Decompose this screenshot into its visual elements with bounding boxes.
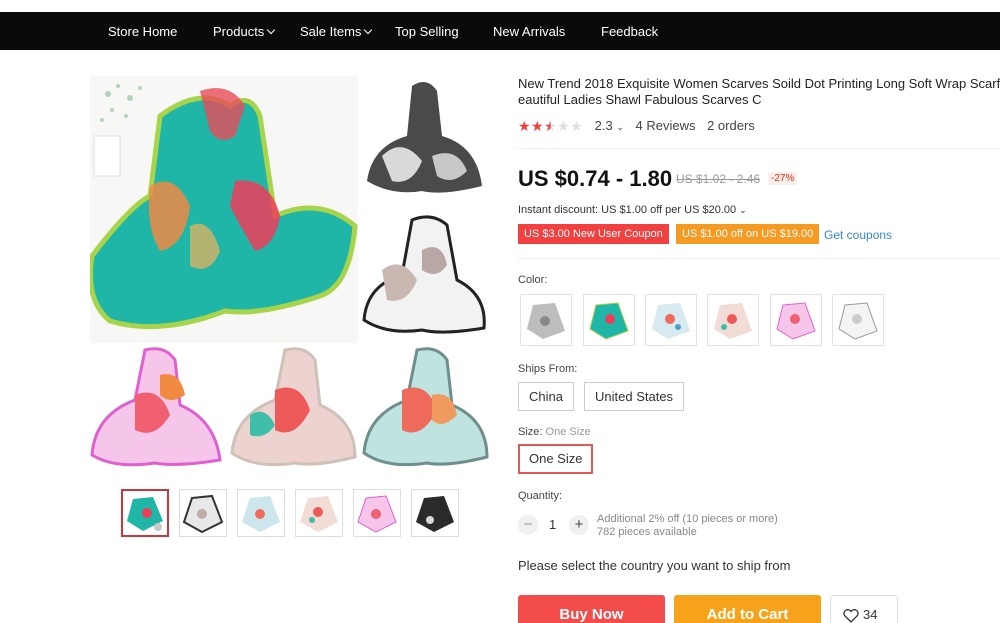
scarf-image bbox=[296, 490, 342, 536]
ship-country-note: Please select the country you want to sh… bbox=[518, 558, 791, 573]
product-title-line-1: New Trend 2018 Exquisite Women Scarves S… bbox=[518, 76, 1000, 91]
scarf-image bbox=[354, 490, 400, 536]
reviews-link[interactable]: 4 Reviews bbox=[636, 118, 696, 133]
gallery-tile-white-scarf[interactable] bbox=[362, 210, 490, 338]
quantity-bulk-discount: Additional 2% off (10 pieces or more) bbox=[597, 513, 778, 525]
star-icon: ★ bbox=[557, 117, 570, 134]
size-label-text: Size: bbox=[518, 426, 543, 438]
scarf-image bbox=[362, 345, 490, 469]
original-price: US $1.02 - 2.46 bbox=[676, 172, 761, 186]
color-option-white[interactable] bbox=[832, 294, 884, 346]
color-option-blue-white[interactable] bbox=[645, 294, 697, 346]
price: US $0.74 - 1.80 bbox=[518, 166, 673, 191]
nav-feedback[interactable]: Feedback bbox=[601, 12, 658, 50]
color-option-teal[interactable] bbox=[583, 294, 635, 346]
scarf-image bbox=[180, 490, 226, 536]
color-option-coral[interactable] bbox=[707, 294, 759, 346]
rating-row: ★★★★★ 2.3 ⌄ 4 Reviews 2 orders bbox=[518, 118, 755, 134]
quantity-decrease-button[interactable]: − bbox=[518, 515, 538, 535]
scarf-image bbox=[838, 302, 878, 340]
add-to-cart-button[interactable]: Add to Cart bbox=[674, 595, 821, 623]
scarf-image bbox=[412, 490, 458, 536]
thumbnail-black[interactable] bbox=[411, 489, 459, 537]
chevron-down-icon: ⌄ bbox=[616, 122, 624, 132]
scarf-image bbox=[238, 490, 284, 536]
quantity-label: Quantity: bbox=[518, 490, 563, 502]
scarf-image bbox=[527, 303, 565, 339]
wishlist-button[interactable]: 34 bbox=[830, 595, 898, 623]
star-rating: ★★★★★ bbox=[518, 119, 583, 135]
color-option-gray[interactable] bbox=[520, 294, 572, 346]
nav-new-arrivals-label: New Arrivals bbox=[493, 24, 566, 39]
nav-spacer bbox=[0, 12, 92, 50]
instant-discount-text: Instant discount: US $1.00 off per US $2… bbox=[518, 204, 737, 216]
gallery-tile-black-scarf[interactable] bbox=[362, 76, 490, 200]
store-coupon[interactable]: US $1.00 off on US $19.00 bbox=[676, 224, 820, 244]
nav-products-label: Products bbox=[213, 24, 265, 39]
get-coupons-link[interactable]: Get coupons bbox=[824, 228, 892, 242]
nav-store-home[interactable]: Store Home bbox=[108, 12, 177, 50]
thumbnail-gray[interactable] bbox=[179, 489, 227, 537]
chevron-down-icon bbox=[267, 25, 276, 35]
star-icon: ★ bbox=[570, 117, 583, 134]
nav-products[interactable]: Products bbox=[213, 12, 276, 50]
scarf-image bbox=[714, 303, 752, 339]
divider bbox=[518, 148, 1000, 149]
main-product-image[interactable] bbox=[90, 76, 358, 343]
scarf-image bbox=[589, 302, 629, 340]
ship-from-china[interactable]: China bbox=[518, 382, 574, 411]
ships-from-label: Ships From: bbox=[518, 363, 578, 375]
scarf-image bbox=[776, 302, 816, 340]
nav-top-selling[interactable]: Top Selling bbox=[395, 12, 459, 50]
star-icon: ★ bbox=[531, 117, 544, 134]
scarf-image bbox=[362, 210, 490, 338]
size-selected-text: One Size bbox=[545, 426, 591, 438]
quantity-increase-button[interactable]: + bbox=[569, 515, 589, 535]
color-option-pink[interactable] bbox=[770, 294, 822, 346]
divider bbox=[518, 258, 1000, 259]
product-title: New Trend 2018 Exquisite Women Scarves S… bbox=[518, 76, 1000, 108]
star-half-icon: ★ bbox=[544, 117, 557, 134]
rating-score-value: 2.3 bbox=[594, 118, 613, 133]
scarf-image bbox=[90, 345, 224, 469]
size-option-one-size[interactable]: One Size bbox=[518, 444, 594, 474]
quantity-value[interactable]: 1 bbox=[549, 517, 556, 532]
scarf-image bbox=[90, 76, 358, 343]
buy-now-button[interactable]: Buy Now bbox=[518, 595, 665, 623]
thumbnail-pink[interactable] bbox=[353, 489, 401, 537]
orders-count: 2 orders bbox=[707, 118, 755, 133]
scarf-image bbox=[652, 303, 690, 339]
wishlist-count: 34 bbox=[863, 607, 878, 622]
rating-score[interactable]: 2.3 ⌄ bbox=[595, 118, 624, 133]
color-label: Color: bbox=[518, 274, 548, 286]
product-title-line-2: eautiful Ladies Shawl Fabulous Scarves C bbox=[518, 92, 762, 107]
nav-store-home-label: Store Home bbox=[108, 24, 178, 39]
quantity-info: Additional 2% off (10 pieces or more) 78… bbox=[597, 513, 778, 539]
gallery-tile-pink-scarf[interactable] bbox=[90, 345, 224, 469]
discount-badge: -27% bbox=[768, 172, 798, 185]
store-nav: Store Home Products Sale Items Top Selli… bbox=[0, 12, 1000, 50]
scarf-image bbox=[362, 76, 490, 200]
scarf-image bbox=[123, 491, 167, 535]
thumbnail-blue-white[interactable] bbox=[237, 489, 285, 537]
instant-discount[interactable]: Instant discount: US $1.00 off per US $2… bbox=[518, 204, 747, 216]
gallery-tile-blue-scarf[interactable] bbox=[362, 345, 490, 469]
gallery-tile-coral-scarf[interactable] bbox=[230, 345, 358, 469]
heart-icon bbox=[843, 608, 859, 623]
nav-sale-items[interactable]: Sale Items bbox=[300, 12, 373, 50]
star-icon: ★ bbox=[518, 117, 531, 134]
ship-from-united-states[interactable]: United States bbox=[584, 382, 685, 411]
nav-feedback-label: Feedback bbox=[601, 24, 659, 39]
thumbnail-teal[interactable] bbox=[121, 489, 169, 537]
nav-top-selling-label: Top Selling bbox=[395, 24, 459, 39]
size-label: Size: One Size bbox=[518, 426, 591, 438]
quantity-available: 782 pieces available bbox=[597, 526, 697, 538]
nav-sale-items-label: Sale Items bbox=[300, 24, 362, 39]
scarf-image bbox=[230, 345, 358, 469]
new-user-coupon[interactable]: US $3.00 New User Coupon bbox=[518, 224, 669, 244]
chevron-down-icon bbox=[364, 25, 373, 35]
nav-new-arrivals[interactable]: New Arrivals bbox=[493, 12, 565, 50]
chevron-down-icon: ⌄ bbox=[739, 205, 747, 215]
thumbnail-coral[interactable] bbox=[295, 489, 343, 537]
